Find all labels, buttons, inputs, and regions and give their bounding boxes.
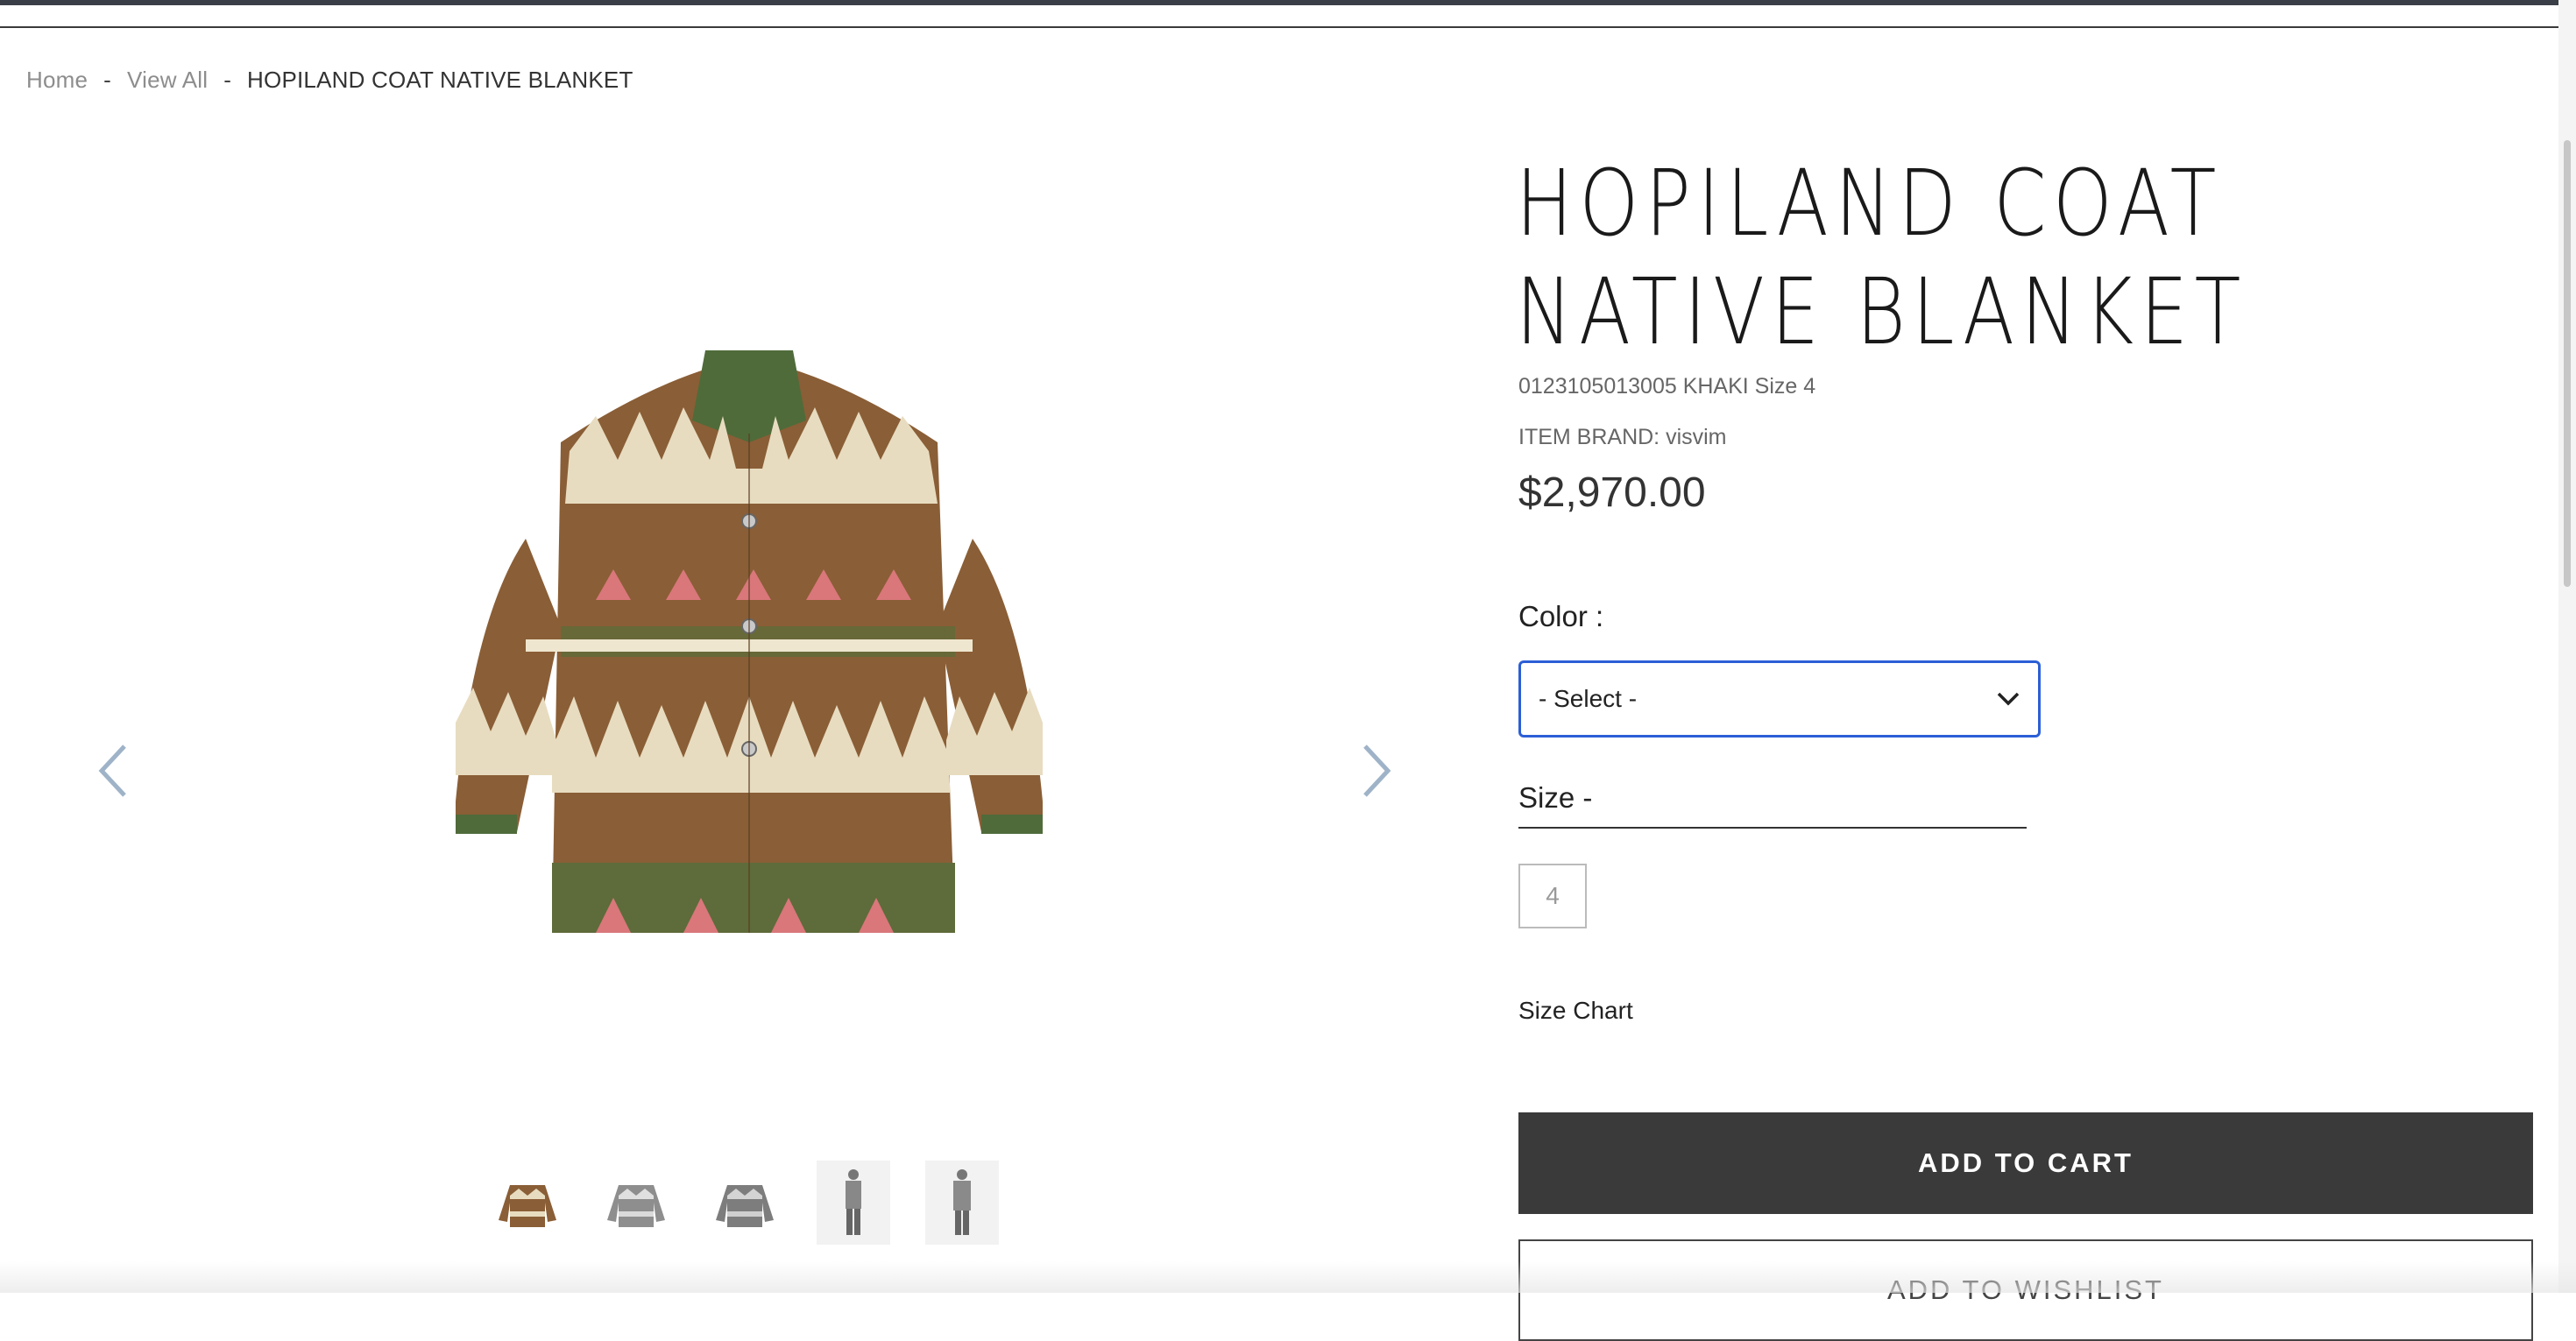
chevron-right-icon — [1363, 745, 1391, 797]
model-thumbnail-icon — [846, 1169, 861, 1235]
model-thumbnail-icon — [953, 1169, 971, 1235]
product-title: HOPILAND COAT NATIVE BLANKET — [1516, 150, 2247, 365]
coat-thumbnail-icon — [716, 1185, 774, 1227]
breadcrumb-current: HOPILAND COAT NATIVE BLANKET — [247, 67, 633, 93]
color-label: Color : — [1518, 600, 1604, 632]
gallery-prev-button[interactable] — [88, 736, 140, 806]
product-sku: 0123105013005 KHAKI Size 4 — [1518, 374, 1816, 399]
product-brand: ITEM BRAND: visvim — [1518, 425, 1727, 449]
size-option-4[interactable]: 4 — [1518, 864, 1587, 928]
thumbnail-coat-front[interactable] — [491, 1161, 564, 1245]
coat-thumbnail-icon — [607, 1185, 665, 1227]
breadcrumb-separator: - — [103, 67, 112, 93]
page-scrollbar[interactable] — [2558, 0, 2576, 1293]
product-main-image — [456, 350, 1043, 933]
thumbnail-strip — [491, 1161, 999, 1245]
thumbnail-model-back[interactable] — [925, 1161, 999, 1245]
header-divider — [0, 26, 2576, 28]
window-top-bar — [0, 0, 2576, 5]
breadcrumb-separator: - — [223, 67, 232, 93]
color-select-value: - Select - — [1539, 685, 1638, 712]
thumbnail-coat-grey[interactable] — [599, 1161, 673, 1245]
chevron-left-icon — [98, 745, 126, 797]
thumbnail-coat-grey-alt[interactable] — [708, 1161, 782, 1245]
chevron-down-icon — [1997, 692, 2020, 706]
breadcrumb-home[interactable]: Home — [26, 67, 88, 94]
gallery-next-button[interactable] — [1349, 736, 1402, 806]
scrollbar-thumb[interactable] — [2564, 140, 2571, 587]
add-to-cart-button[interactable]: ADD TO CART — [1518, 1112, 2533, 1214]
thumbnail-model-front[interactable] — [817, 1161, 890, 1245]
size-label: Size - — [1518, 781, 2027, 829]
coat-thumbnail-icon — [499, 1185, 556, 1227]
product-info-panel: HOPILAND COAT NATIVE BLANKET 01231050130… — [1516, 149, 2533, 1341]
color-select[interactable]: - Select - — [1518, 660, 2041, 738]
bottom-shadow — [0, 1261, 2576, 1293]
breadcrumb: Home - View All - HOPILAND COAT NATIVE B… — [26, 67, 633, 94]
size-chart-link[interactable]: Size Chart — [1518, 997, 1633, 1025]
product-price: $2,970.00 — [1518, 469, 1706, 516]
breadcrumb-view-all[interactable]: View All — [127, 67, 208, 94]
